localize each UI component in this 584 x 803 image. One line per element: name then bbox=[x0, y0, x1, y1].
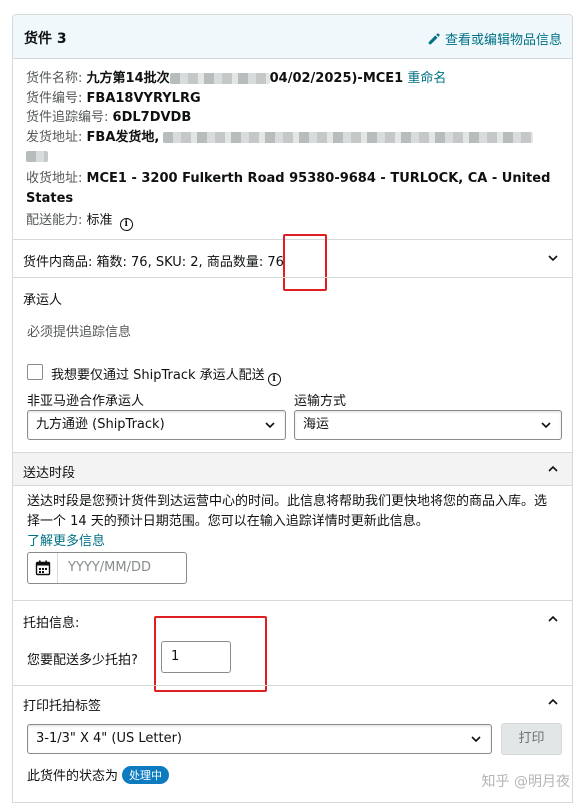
contents-summary[interactable]: 货件内商品: 箱数: 76, SKU: 2, 商品数量: 76 bbox=[23, 251, 284, 270]
shipment-name-label: 货件名称: bbox=[26, 71, 83, 86]
pallet-count-question: 您要配送多少托拍? bbox=[27, 653, 138, 668]
shipment-name-value-end: 04/02/2025)-MCE1 bbox=[269, 71, 404, 86]
edit-items-label: 查看或编辑物品信息 bbox=[444, 33, 562, 48]
shiptrack-checkbox-text: 我想要仅通过 ShipTrack 承运人配送 bbox=[51, 368, 265, 383]
info-icon[interactable]: i bbox=[119, 217, 133, 231]
shipment-id-row: 货件编号: FBA18VYRYLRG bbox=[26, 89, 566, 109]
shipment-name-row: 货件名称: 九方第14批次 04/02/2025)-MCE1 重命名 bbox=[26, 69, 566, 89]
shiptrack-checkbox[interactable] bbox=[27, 364, 43, 380]
contents-summary-text: 货件内商品: 箱数: 76, SKU: 2, 商品数量: bbox=[23, 255, 268, 270]
rename-link[interactable]: 重命名 bbox=[407, 71, 446, 86]
info-icon[interactable]: i bbox=[267, 373, 281, 386]
label-size-select[interactable]: 3-1/3" X 4" (US Letter) bbox=[27, 724, 492, 754]
chevron-down-icon bbox=[541, 422, 551, 429]
capability-value: 标准 bbox=[86, 212, 113, 228]
print-button[interactable]: 打印 bbox=[501, 723, 562, 755]
tracking-id-row: 货件追踪编号: 6DL7DVDB bbox=[26, 108, 566, 128]
redacted-region bbox=[169, 73, 270, 84]
shipment-title: 货件 3 bbox=[24, 31, 67, 47]
carrier-section-label: 承运人 bbox=[23, 293, 63, 308]
shipment-header: 货件 3 查看或编辑物品信息 bbox=[13, 15, 572, 59]
chevron-up-icon[interactable] bbox=[546, 462, 560, 476]
chevron-down-icon bbox=[265, 422, 275, 429]
highlight-box bbox=[283, 234, 327, 291]
shipment-status: 此货件的状态为 处理中 bbox=[27, 765, 170, 784]
capability-row: 配送能力: 标准 i bbox=[26, 211, 566, 231]
ship-to-value: MCE1 - 3200 Fulkerth Road 95380-9684 - T… bbox=[26, 171, 551, 206]
delivery-window-description: 送达时段是您预计货件到达运营中心的时间。此信息将帮助我们更快地将您的商品入库。选… bbox=[27, 492, 557, 552]
ship-to-row: 收货地址: MCE1 - 3200 Fulkerth Road 95380-96… bbox=[26, 169, 566, 208]
ship-from-row-continued bbox=[26, 147, 566, 167]
redacted-region bbox=[26, 151, 48, 163]
redacted-region bbox=[163, 131, 534, 143]
non-amazon-carrier-label: 非亚马逊合作承运人 bbox=[27, 394, 145, 409]
delivery-window-title: 送达时段 bbox=[23, 466, 76, 481]
divider bbox=[13, 277, 572, 278]
print-labels-title: 打印托拍标签 bbox=[23, 699, 102, 714]
carrier-select[interactable]: 九方通逊 (ShipTrack) bbox=[27, 410, 286, 440]
tracking-id-label: 货件追踪编号: bbox=[26, 110, 109, 126]
shiptrack-checkbox-label[interactable]: 我想要仅通过 ShipTrack 承运人配送 i bbox=[51, 364, 281, 386]
contents-quantity: 76 bbox=[267, 255, 284, 270]
ship-from-row: 发货地址: FBA发货地, bbox=[26, 128, 566, 148]
watermark: 知乎 @明月夜 bbox=[481, 774, 570, 790]
ship-to-label: 收货地址: bbox=[26, 171, 83, 187]
chevron-up-icon[interactable] bbox=[546, 695, 560, 709]
highlight-box bbox=[154, 616, 267, 692]
status-label: 此货件的状态为 bbox=[27, 769, 119, 784]
delivery-window-description-text: 送达时段是您预计货件到达运营中心的时间。此信息将帮助我们更快地将您的商品入库。选… bbox=[27, 494, 548, 529]
calendar-button[interactable] bbox=[28, 553, 58, 583]
pencil-icon bbox=[428, 32, 440, 44]
shipping-method-label: 运输方式 bbox=[294, 394, 347, 409]
tracking-required-text: 必须提供追踪信息 bbox=[27, 325, 132, 340]
label-size-value: 3-1/3" X 4" (US Letter) bbox=[36, 731, 183, 746]
ship-from-value: FBA发货地, bbox=[86, 129, 160, 145]
shipping-method-select[interactable]: 海运 bbox=[294, 410, 562, 440]
carrier-select-value: 九方通逊 (ShipTrack) bbox=[36, 417, 165, 432]
ship-from-label: 发货地址: bbox=[26, 129, 83, 145]
divider bbox=[13, 600, 572, 601]
shipment-info: 货件名称: 九方第14批次 04/02/2025)-MCE1 重命名 货件编号: … bbox=[26, 69, 566, 231]
delivery-window-header[interactable] bbox=[13, 453, 572, 485]
date-placeholder: YYYY/MM/DD bbox=[68, 560, 151, 575]
shipment-id-label: 货件编号: bbox=[26, 90, 83, 106]
capability-label: 配送能力: bbox=[26, 212, 83, 228]
edit-items-link[interactable]: 查看或编辑物品信息 bbox=[427, 29, 562, 48]
shipment-id-value: FBA18VYRYLRG bbox=[86, 90, 201, 106]
divider bbox=[13, 685, 572, 686]
chevron-down-icon bbox=[471, 736, 481, 743]
status-badge: 处理中 bbox=[122, 766, 170, 784]
delivery-date-input[interactable]: YYYY/MM/DD bbox=[27, 552, 187, 584]
pallet-info-title: 托拍信息: bbox=[23, 616, 80, 631]
shipment-name-value-start: 九方第14批次 bbox=[86, 71, 170, 86]
divider bbox=[13, 485, 572, 486]
learn-more-link[interactable]: 了解更多信息 bbox=[27, 534, 105, 549]
calendar-icon bbox=[35, 560, 51, 576]
chevron-up-icon[interactable] bbox=[546, 612, 560, 626]
tracking-id-value: 6DL7DVDB bbox=[112, 110, 192, 126]
shipping-method-value: 海运 bbox=[303, 417, 330, 432]
shipment-card: 货件 3 查看或编辑物品信息 货件名称: 九方第14批次 04/02/2025)-… bbox=[12, 14, 573, 803]
chevron-down-icon[interactable] bbox=[546, 251, 560, 265]
